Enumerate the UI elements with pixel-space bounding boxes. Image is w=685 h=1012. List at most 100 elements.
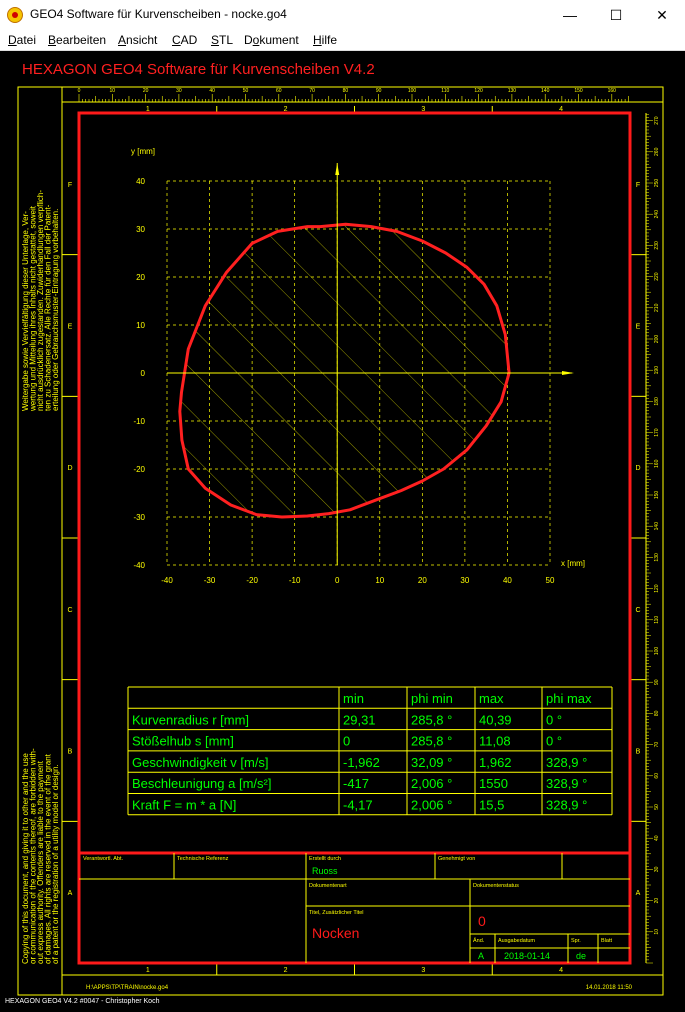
label-genehmigt: Genehmigt von (438, 856, 475, 862)
x-tick-label: -10 (289, 576, 301, 585)
table-cell: -1,962 (343, 755, 380, 770)
y-tick-label: 30 (136, 225, 145, 234)
table-cell: -417 (343, 776, 369, 791)
x-tick-label: 50 (546, 576, 555, 585)
label-verantwortl: Verantwortl. Abt. (83, 856, 124, 862)
label-spr: Spr. (571, 938, 581, 944)
zone-column-label: 4 (559, 967, 563, 974)
ruler-label: 210 (654, 303, 660, 312)
ruler-label: 250 (654, 179, 660, 188)
ruler-label: 60 (276, 88, 282, 94)
ruler-label: 110 (654, 616, 660, 624)
menu-cad[interactable]: CAD (172, 33, 197, 47)
table-cell: 285,8 ° (411, 734, 452, 749)
zone-row-label: E (636, 324, 641, 331)
label-blatt: Blatt (601, 938, 612, 944)
zone-row-label: D (635, 465, 640, 472)
menu-datei[interactable]: Datei (8, 33, 36, 47)
ruler-label: 30 (176, 88, 182, 94)
table-cell: 0 ° (546, 712, 562, 727)
close-button[interactable]: ✕ (639, 0, 685, 30)
table-cell: 328,9 ° (546, 776, 587, 791)
ruler-label: 150 (654, 491, 660, 500)
maximize-button[interactable]: ☐ (593, 0, 639, 30)
table-header: max (479, 691, 504, 706)
table-cell: 328,9 ° (546, 798, 587, 813)
ruler-label: 0 (78, 88, 81, 94)
ruler-label: 40 (209, 88, 215, 94)
table-cell: 0 ° (546, 734, 562, 749)
y-tick-label: -10 (133, 417, 145, 426)
table-row-label: Beschleunigung a [m/s²] (132, 776, 271, 791)
ruler-label: 260 (654, 147, 660, 156)
zone-row-label: F (636, 182, 640, 189)
ruler-label: 70 (309, 88, 315, 94)
x-tick-label: 40 (503, 576, 512, 585)
ruler-label: 40 (654, 835, 660, 841)
table-cell: 32,09 ° (411, 755, 452, 770)
app-icon[interactable] (7, 7, 23, 23)
menu-stl[interactable]: STL (211, 33, 233, 47)
ruler-label: 110 (441, 88, 449, 94)
label-dokumentenstatus: Dokumentenstatus (473, 883, 519, 889)
minimize-button[interactable]: — (547, 0, 593, 30)
zone-row-label: C (635, 607, 640, 614)
left-note-german: Weitergabe sowie Vervielfältigung dieser… (21, 190, 60, 412)
label-ausgabedatum: Ausgabedatum (498, 938, 535, 944)
ruler-label: 100 (408, 88, 417, 94)
table-cell: 285,8 ° (411, 712, 452, 727)
zone-row-label: A (636, 890, 641, 897)
zone-column-label: 2 (284, 967, 288, 974)
label-dokumentenart: Dokumentenart (309, 883, 347, 889)
y-axis-label: y [mm] (131, 147, 155, 156)
menu-dokument[interactable]: Dokument (244, 33, 299, 47)
x-tick-label: -40 (161, 576, 173, 585)
ruler-label: 50 (243, 88, 249, 94)
drawing-canvas[interactable]: HEXAGON GEO4 Software für Kurvenscheiben… (0, 51, 685, 996)
menu-hilfe[interactable]: Hilfe (313, 33, 337, 47)
value-ausgabedatum: 2018-01-14 (504, 951, 550, 961)
menu-bar: Datei Bearbeiten Ansicht CAD STL Dokumen… (0, 30, 685, 51)
menu-bearbeiten[interactable]: Bearbeiten (48, 33, 106, 47)
table-cell: 328,9 ° (546, 755, 587, 770)
value-spr: de (576, 951, 586, 961)
table-cell: 15,5 (479, 798, 504, 813)
y-tick-label: 0 (141, 369, 146, 378)
ruler-label: 120 (474, 88, 483, 94)
x-tick-label: -20 (246, 576, 258, 585)
table-cell: 40,39 (479, 712, 512, 727)
zone-row-label: A (68, 890, 73, 897)
ruler-label: 20 (143, 88, 149, 94)
ruler-label: 90 (376, 88, 382, 94)
zone-row-label: C (67, 607, 72, 614)
ruler-label: 160 (608, 88, 617, 94)
ruler-label: 10 (654, 929, 660, 935)
x-tick-label: 20 (418, 576, 427, 585)
table-cell: 0 (343, 734, 350, 749)
table-row-label: Kurvenradius r [mm] (132, 712, 249, 727)
zone-row-label: B (68, 749, 73, 756)
y-tick-label: 20 (136, 273, 145, 282)
table-cell: -4,17 (343, 798, 373, 813)
x-axis-label: x [mm] (561, 559, 585, 568)
ruler-label: 150 (574, 88, 583, 94)
ruler-label: 170 (654, 428, 660, 437)
window-title: GEO4 Software für Kurvenscheiben - nocke… (30, 7, 287, 21)
y-tick-label: 10 (136, 321, 145, 330)
table-header: phi max (546, 691, 592, 706)
ruler-label: 90 (654, 679, 660, 685)
table-header: min (343, 691, 364, 706)
ruler-label: 80 (343, 88, 349, 94)
value-erstellt: Ruoss (312, 866, 338, 876)
note-line: erteilung oder Gebrauchsmuster-Eintragun… (51, 209, 60, 411)
x-tick-label: -30 (204, 576, 216, 585)
menu-ansicht[interactable]: Ansicht (118, 33, 157, 47)
label-erstellt: Erstellt durch (309, 856, 341, 862)
ruler-label: 240 (654, 210, 660, 219)
ruler-label: 140 (654, 522, 660, 531)
zone-column-label: 3 (421, 967, 425, 974)
zone-row-label: F (68, 182, 72, 189)
table-cell: 2,006 ° (411, 776, 452, 791)
file-path: H:\APPS\TP\TRAIN\nocke.go4 (86, 985, 169, 991)
ruler-label: 10 (110, 88, 116, 94)
